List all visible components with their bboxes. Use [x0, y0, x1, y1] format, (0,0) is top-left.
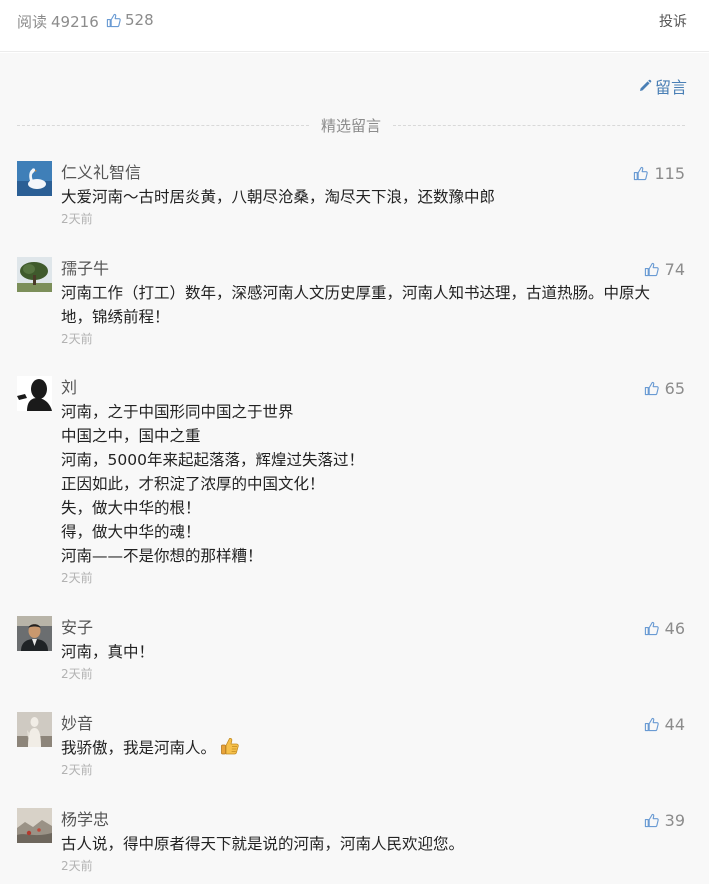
comment-like-count: 74 — [664, 259, 685, 279]
comment-time: 2天前 — [61, 859, 93, 873]
comment-line: 地，锦绣前程！ — [61, 308, 170, 326]
comment-line: 正因如此，才积淀了浓厚的中国文化！ — [61, 475, 325, 493]
comment-time: 2天前 — [61, 332, 93, 346]
comment-time: 2天前 — [61, 763, 93, 777]
comment-nickname: 仁义礼智信 — [61, 163, 142, 182]
comment-like-button[interactable]: 39 — [644, 808, 685, 832]
statue-avatar[interactable] — [17, 712, 52, 747]
write-comment-label: 留言 — [654, 78, 687, 97]
comment-line: 古人说，得中原者得天下就是说的河南，河南人民欢迎您。 — [61, 835, 465, 853]
comment-like-button[interactable]: 74 — [644, 257, 685, 281]
comment-body: 孺子牛 河南工作（打工）数年，深感河南人文历史厚重，河南人知书达理，古道热肠。中… — [61, 257, 685, 347]
pencil-icon — [639, 79, 652, 91]
article-stats-bar: 阅读 49216 528 投诉 — [0, 0, 709, 52]
comment-line: 我骄傲，我是河南人。 — [61, 739, 217, 757]
section-title: 精选留言 — [321, 116, 382, 135]
comment-text: 河南，真中！ — [61, 640, 685, 664]
article-like-count: 528 — [125, 11, 154, 29]
comment-line: 河南，之于中国形同中国之于世界 — [61, 403, 294, 421]
thumbs-up-emoji-icon — [221, 737, 239, 755]
comment-line: 河南，真中！ — [61, 643, 155, 661]
tree-avatar[interactable] — [17, 257, 52, 292]
comment-nickname: 杨学忠 — [61, 810, 110, 829]
comment-nickname: 安子 — [61, 618, 94, 637]
comment-body: 安子 河南，真中！ 2天前 — [61, 616, 685, 682]
comment-like-count: 46 — [664, 618, 685, 638]
thumbs-up-icon — [644, 381, 659, 395]
comment-nickname: 孺子牛 — [61, 259, 110, 278]
divider-line-left — [17, 124, 309, 126]
featured-comments-divider: 精选留言 — [17, 114, 686, 136]
write-comment-button[interactable]: 留言 — [638, 74, 687, 98]
thumbs-up-icon — [644, 717, 659, 731]
comment-text: 大爱河南～古时居炎黄，八朝尽沧桑，淘尽天下浪，还数豫中郎 — [61, 185, 685, 209]
report-link[interactable]: 投诉 — [659, 11, 687, 31]
man-avatar[interactable] — [17, 616, 52, 651]
comment-nickname: 刘 — [61, 378, 78, 397]
read-number: 49216 — [51, 13, 99, 31]
divider-line-right — [393, 124, 686, 126]
comment-body: 妙音 我骄傲，我是河南人。 2天前 — [61, 712, 685, 778]
comment-like-button[interactable]: 65 — [644, 376, 685, 400]
comment-like-count: 65 — [664, 378, 685, 398]
comment-line: 得，做大中华的魂！ — [61, 523, 201, 541]
read-count: 阅读 49216 — [17, 11, 99, 32]
comment-like-count: 115 — [654, 163, 685, 183]
comment-text: 古人说，得中原者得天下就是说的河南，河南人民欢迎您。 — [61, 832, 685, 856]
comment-time: 2天前 — [61, 212, 93, 226]
comment-text: 河南工作（打工）数年，深感河南人文历史厚重，河南人知书达理，古道热肠。中原大 地… — [61, 281, 685, 329]
comment-line: 大爱河南～古时居炎黄，八朝尽沧桑，淘尽天下浪，还数豫中郎 — [61, 188, 496, 206]
comment-text: 我骄傲，我是河南人。 — [61, 736, 685, 760]
comment-line: 河南工作（打工）数年，深感河南人文历史厚重，河南人知书达理，古道热肠。中原大 — [61, 284, 651, 302]
comment-text: 河南，之于中国形同中国之于世界 中国之中，国中之重 河南，5000年来起起落落，… — [61, 400, 685, 568]
comment-time: 2天前 — [61, 667, 93, 681]
comment-like-button[interactable]: 46 — [644, 616, 685, 640]
landscape-avatar[interactable] — [17, 808, 52, 843]
comment-like-button[interactable]: 115 — [633, 161, 685, 185]
comment-line: 中国之中，国中之重 — [61, 427, 201, 445]
comment-like-button[interactable]: 44 — [644, 712, 685, 736]
comment-body: 仁义礼智信 大爱河南～古时居炎黄，八朝尽沧桑，淘尽天下浪，还数豫中郎 2天前 — [61, 161, 685, 227]
comment-like-count: 44 — [664, 714, 685, 734]
thumbs-up-icon — [644, 621, 659, 635]
thumbs-up-icon — [644, 813, 659, 827]
comment-body: 杨学忠 古人说，得中原者得天下就是说的河南，河南人民欢迎您。 2天前 — [61, 808, 685, 874]
comment-line: 河南——不是你想的那样糟！ — [61, 547, 263, 565]
article-like-button[interactable]: 528 — [106, 11, 154, 29]
comment-body: 刘 河南，之于中国形同中国之于世界 中国之中，国中之重 河南，5000年来起起落… — [61, 376, 685, 586]
comment-nickname: 妙音 — [61, 714, 94, 733]
swan-avatar[interactable] — [17, 161, 52, 196]
comment-like-count: 39 — [664, 810, 685, 830]
comment-time: 2天前 — [61, 571, 93, 585]
thumbs-up-icon — [644, 262, 659, 276]
silhouette-avatar[interactable] — [17, 376, 52, 411]
thumbs-up-icon — [634, 166, 649, 180]
comment-line: 失，做大中华的根！ — [61, 499, 201, 517]
comment-line: 河南，5000年来起起落落，辉煌过失落过！ — [61, 451, 364, 469]
read-label: 阅读 — [17, 13, 48, 31]
thumbs-up-icon — [106, 13, 121, 27]
